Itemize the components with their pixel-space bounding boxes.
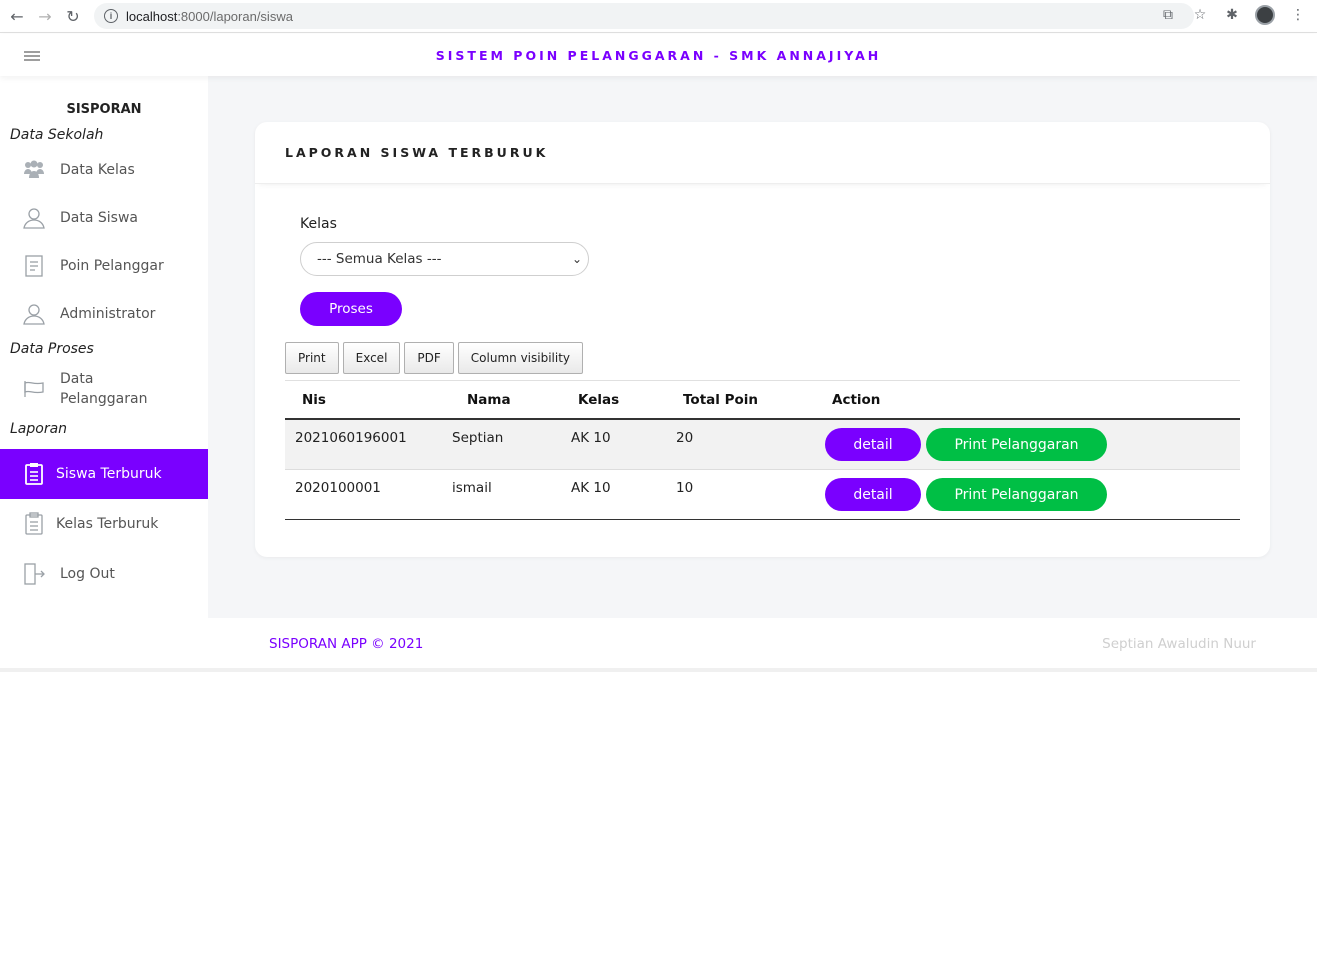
sidebar: SISPORAN Data Sekolah Data Kelas Data Si… — [0, 76, 208, 670]
menu-dots-icon[interactable]: ⋮ — [1289, 6, 1307, 24]
sidebar-brand: SISPORAN — [66, 102, 142, 117]
sidebar-item-label: Poin Pelanggar — [60, 258, 164, 274]
header-nis[interactable]: Nis — [285, 392, 452, 408]
cell-kelas: AK 10 — [571, 480, 611, 496]
sidebar-item-label: Data Siswa — [60, 210, 138, 226]
user-icon — [22, 302, 46, 326]
header-nama[interactable]: Nama — [452, 392, 578, 408]
excel-button[interactable]: Excel — [342, 342, 401, 374]
sidebar-item-poin-pelanggar[interactable]: Poin Pelanggar — [0, 242, 208, 290]
sidebar-item-label: Siswa Terburuk — [56, 466, 162, 482]
cell-total-poin: 10 — [676, 480, 694, 496]
cell-nis: 2020100001 — [295, 480, 381, 496]
flag-icon — [22, 377, 46, 401]
sidebar-item-log-out[interactable]: Log Out — [0, 549, 208, 599]
extensions-icon[interactable]: ✱ — [1223, 6, 1241, 24]
browser-toolbar: ← → ↻ i localhost:8000/laporan/siswa ⧉ ☆… — [0, 0, 1317, 33]
section-data-sekolah: Data Sekolah — [10, 127, 104, 143]
user-icon — [22, 206, 46, 230]
sidebar-item-kelas-terburuk[interactable]: Kelas Terburuk — [0, 499, 208, 549]
logout-icon — [22, 562, 46, 586]
translate-icon[interactable]: ⧉ — [1159, 6, 1177, 24]
kelas-select-value: --- Semua Kelas --- — [317, 251, 442, 267]
header-action: Action — [832, 391, 881, 408]
users-icon — [22, 158, 46, 182]
table-row: 2021060196001 Septian AK 10 20 detail Pr… — [285, 420, 1240, 470]
header-total-poin[interactable]: Total Poin — [683, 392, 832, 408]
section-laporan: Laporan — [10, 421, 68, 437]
top-navbar: SISTEM POIN PELANGGARAN - SMK ANNAJIYAH — [0, 34, 1317, 76]
forward-arrow-icon[interactable]: → — [34, 5, 56, 27]
cell-nama: ismail — [452, 480, 492, 496]
cell-action: detail Print Pelanggaran — [825, 420, 1240, 469]
print-pelanggaran-button[interactable]: Print Pelanggaran — [926, 428, 1107, 461]
kelas-label: Kelas — [300, 216, 337, 232]
students-table: Nis Nama Kelas Total Poin Action 2021060… — [285, 380, 1240, 520]
clipboard-icon — [22, 462, 46, 486]
section-data-proses: Data Proses — [10, 341, 94, 357]
sidebar-item-label: Data Pelanggaran — [60, 371, 148, 407]
star-icon[interactable]: ☆ — [1191, 6, 1209, 24]
sidebar-item-siswa-terburuk[interactable]: Siswa Terburuk — [0, 449, 208, 499]
column-visibility-button[interactable]: Column visibility — [457, 342, 584, 374]
chevron-down-icon: ⌄ — [571, 252, 582, 266]
divider — [0, 668, 1317, 672]
cell-kelas: AK 10 — [571, 430, 611, 446]
reload-icon[interactable]: ↻ — [62, 5, 84, 27]
sidebar-item-administrator[interactable]: Administrator — [0, 290, 208, 338]
sidebar-item-label: Data Kelas — [60, 162, 135, 178]
header-kelas[interactable]: Kelas — [578, 392, 683, 408]
sidebar-item-label: Kelas Terburuk — [56, 516, 159, 532]
export-buttons: Print Excel PDF Column visibility — [285, 342, 584, 374]
sidebar-item-data-siswa[interactable]: Data Siswa — [0, 194, 208, 242]
footer-author: Septian Awaludin Nuur — [1102, 636, 1256, 652]
proses-button[interactable]: Proses — [300, 292, 402, 326]
card-header: LAPORAN SISWA TERBURUK — [255, 122, 1270, 184]
sidebar-item-data-pelanggaran[interactable]: Data Pelanggaran — [0, 360, 208, 418]
print-pelanggaran-button[interactable]: Print Pelanggaran — [926, 478, 1107, 511]
back-arrow-icon[interactable]: ← — [6, 5, 28, 27]
address-bar[interactable]: i localhost:8000/laporan/siswa — [94, 3, 1194, 29]
report-card: LAPORAN SISWA TERBURUK Kelas --- Semua K… — [255, 122, 1270, 557]
print-button[interactable]: Print — [285, 342, 339, 374]
kelas-select[interactable]: --- Semua Kelas --- ⌄ — [300, 242, 589, 276]
sidebar-item-label: Administrator — [60, 306, 156, 322]
clipboard-icon — [22, 512, 46, 536]
url-host: localhost — [126, 8, 178, 24]
main-content: LAPORAN SISWA TERBURUK Kelas --- Semua K… — [208, 76, 1317, 618]
table-header: Nis Nama Kelas Total Poin Action — [285, 380, 1240, 420]
pdf-button[interactable]: PDF — [404, 342, 454, 374]
cell-total-poin: 20 — [676, 430, 694, 446]
card-title: LAPORAN SISWA TERBURUK — [285, 145, 549, 160]
detail-button[interactable]: detail — [825, 478, 921, 511]
info-icon[interactable]: i — [104, 9, 118, 23]
footer-copyright: SISPORAN APP © 2021 — [269, 636, 424, 652]
cell-nis: 2021060196001 — [295, 430, 407, 446]
profile-avatar-icon[interactable] — [1255, 5, 1275, 25]
sidebar-item-label: Log Out — [60, 566, 115, 582]
hamburger-menu-icon[interactable] — [24, 51, 40, 61]
cell-nama: Septian — [452, 430, 504, 446]
sidebar-item-data-kelas[interactable]: Data Kelas — [0, 146, 208, 194]
footer: SISPORAN APP © 2021 Septian Awaludin Nuu… — [208, 618, 1317, 670]
detail-button[interactable]: detail — [825, 428, 921, 461]
cell-action: detail Print Pelanggaran — [825, 470, 1240, 519]
document-icon — [22, 254, 46, 278]
app-title: SISTEM POIN PELANGGARAN - SMK ANNAJIYAH — [435, 47, 882, 63]
url-path: :8000/laporan/siswa — [177, 8, 293, 24]
table-row: 2020100001 ismail AK 10 10 detail Print … — [285, 470, 1240, 520]
